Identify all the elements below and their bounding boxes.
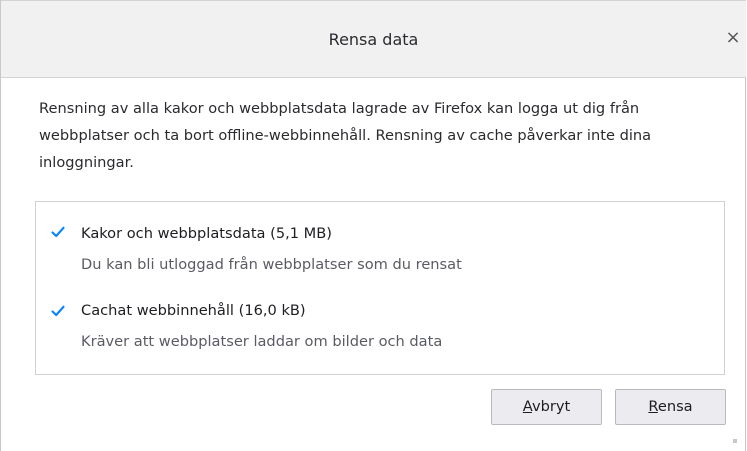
dialog-description: Rensning av alla kakor och webbplatsdata… <box>39 100 652 171</box>
clear-data-dialog: Rensa data × Rensning av alla kakor och … <box>0 0 746 451</box>
cancel-label: vbryt <box>531 398 571 415</box>
option-cookies-label[interactable]: Kakor och webbplatsdata (5,1 MB) <box>81 225 332 242</box>
option-cache-label[interactable]: Cachat webbinnehåll (16,0 kB) <box>81 302 306 319</box>
options-box: Kakor och webbplatsdata (5,1 MB) Du kan … <box>35 201 725 375</box>
option-cache-description: Kräver att webbplatser laddar om bilder … <box>81 333 443 350</box>
dialog-title: Rensa data <box>328 30 419 49</box>
option-cookies-description: Du kan bli utloggad från webbplatser som… <box>81 256 462 273</box>
checkbox-cache-checkmark-icon[interactable] <box>50 303 66 319</box>
checkbox-cookies-checkmark-icon[interactable] <box>50 224 66 240</box>
cancel-accesskey: A <box>522 398 532 415</box>
resize-grip-icon[interactable] <box>733 439 737 443</box>
clear-label: ensa <box>657 398 693 415</box>
cancel-button[interactable]: Avbryt <box>491 389 602 425</box>
clear-button[interactable]: Rensa <box>615 389 726 425</box>
clear-accesskey: R <box>648 398 658 415</box>
close-icon[interactable]: × <box>722 25 744 51</box>
dialog-titlebar: Rensa data × <box>1 0 746 78</box>
